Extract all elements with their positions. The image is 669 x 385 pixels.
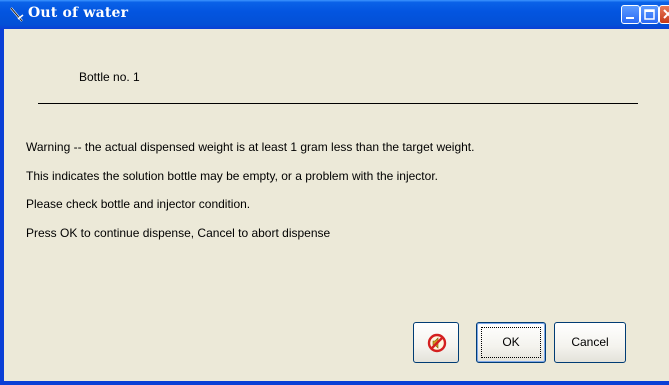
cancel-button[interactable]: Cancel [554,322,626,363]
window-title: Out of water [28,5,129,21]
warning-message: Warning -- the actual dispensed weight i… [26,140,475,154]
maximize-icon [644,9,655,20]
maximize-button[interactable] [640,5,659,24]
minimize-icon [626,17,634,19]
explanation-message: This indicates the solution bottle may b… [26,169,438,183]
instruction-message: Please check bottle and injector conditi… [26,197,251,211]
mute-sound-icon [427,333,447,353]
focus-rectangle [481,327,541,358]
dialog-window: Out of water Bottle no. 1 Warning -- the… [0,0,669,385]
dialog-client-area: Bottle no. 1 Warning -- the actual dispe… [4,29,669,381]
close-icon [663,9,669,19]
close-button[interactable] [659,5,669,24]
mute-sound-button[interactable] [413,322,459,363]
bottle-label: Bottle no. 1 [79,70,140,84]
minimize-button[interactable] [621,5,640,24]
separator-line [38,103,638,104]
title-bar[interactable]: Out of water [0,0,669,29]
syringe-icon [8,6,26,24]
cancel-button-label: Cancel [571,335,609,349]
action-message: Press OK to continue dispense, Cancel to… [26,226,331,240]
ok-button[interactable]: OK [476,322,546,363]
